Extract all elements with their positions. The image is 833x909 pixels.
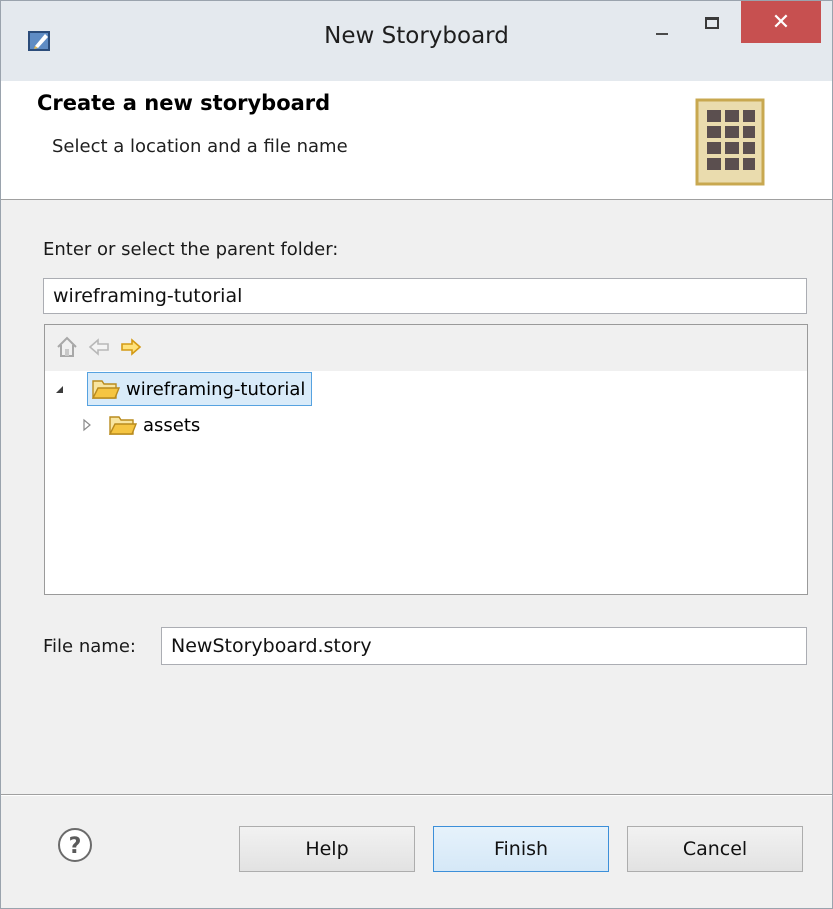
- file-name-label: File name:: [43, 636, 136, 657]
- finish-button[interactable]: Finish: [433, 826, 609, 872]
- tree-item-selection: wireframing-tutorial: [87, 372, 313, 406]
- tree-item-label: wireframing-tutorial: [126, 378, 306, 400]
- wizard-banner: Create a new storyboard Select a locatio…: [1, 81, 832, 200]
- file-name-input[interactable]: [161, 627, 807, 665]
- tree-item-assets[interactable]: assets: [79, 409, 200, 441]
- expanded-triangle-icon[interactable]: [51, 381, 67, 397]
- close-button[interactable]: ✕: [741, 1, 821, 43]
- collapsed-triangle-icon[interactable]: [79, 417, 95, 433]
- help-icon[interactable]: ?: [57, 827, 93, 863]
- folder-tree[interactable]: wireframing-tutorial assets: [44, 324, 808, 595]
- cancel-button[interactable]: Cancel: [627, 826, 803, 872]
- svg-text:?: ?: [69, 834, 82, 859]
- home-icon[interactable]: [55, 335, 79, 359]
- minimize-button[interactable]: [641, 1, 681, 48]
- folder-icon: [109, 416, 137, 435]
- parent-folder-input[interactable]: [43, 278, 807, 314]
- forward-arrow-icon[interactable]: [119, 335, 143, 359]
- tree-item-wireframing-tutorial[interactable]: wireframing-tutorial: [51, 372, 313, 406]
- storyboard-grid-icon: [695, 98, 765, 186]
- parent-folder-label: Enter or select the parent folder:: [43, 239, 339, 260]
- back-arrow-icon[interactable]: [87, 335, 111, 359]
- banner-subtitle: Select a location and a file name: [52, 136, 348, 157]
- tree-toolbar: [45, 325, 807, 371]
- maximize-button[interactable]: [693, 1, 733, 48]
- close-icon: ✕: [771, 9, 791, 35]
- banner-title: Create a new storyboard: [37, 91, 331, 115]
- button-bar-separator: [1, 794, 832, 796]
- open-folder-icon: [92, 380, 120, 399]
- new-storyboard-dialog: New Storyboard ✕ Create a new storyboard…: [0, 0, 833, 909]
- tree-item-label: assets: [143, 414, 201, 436]
- title-bar[interactable]: New Storyboard ✕: [1, 1, 832, 81]
- help-button[interactable]: Help: [239, 826, 415, 872]
